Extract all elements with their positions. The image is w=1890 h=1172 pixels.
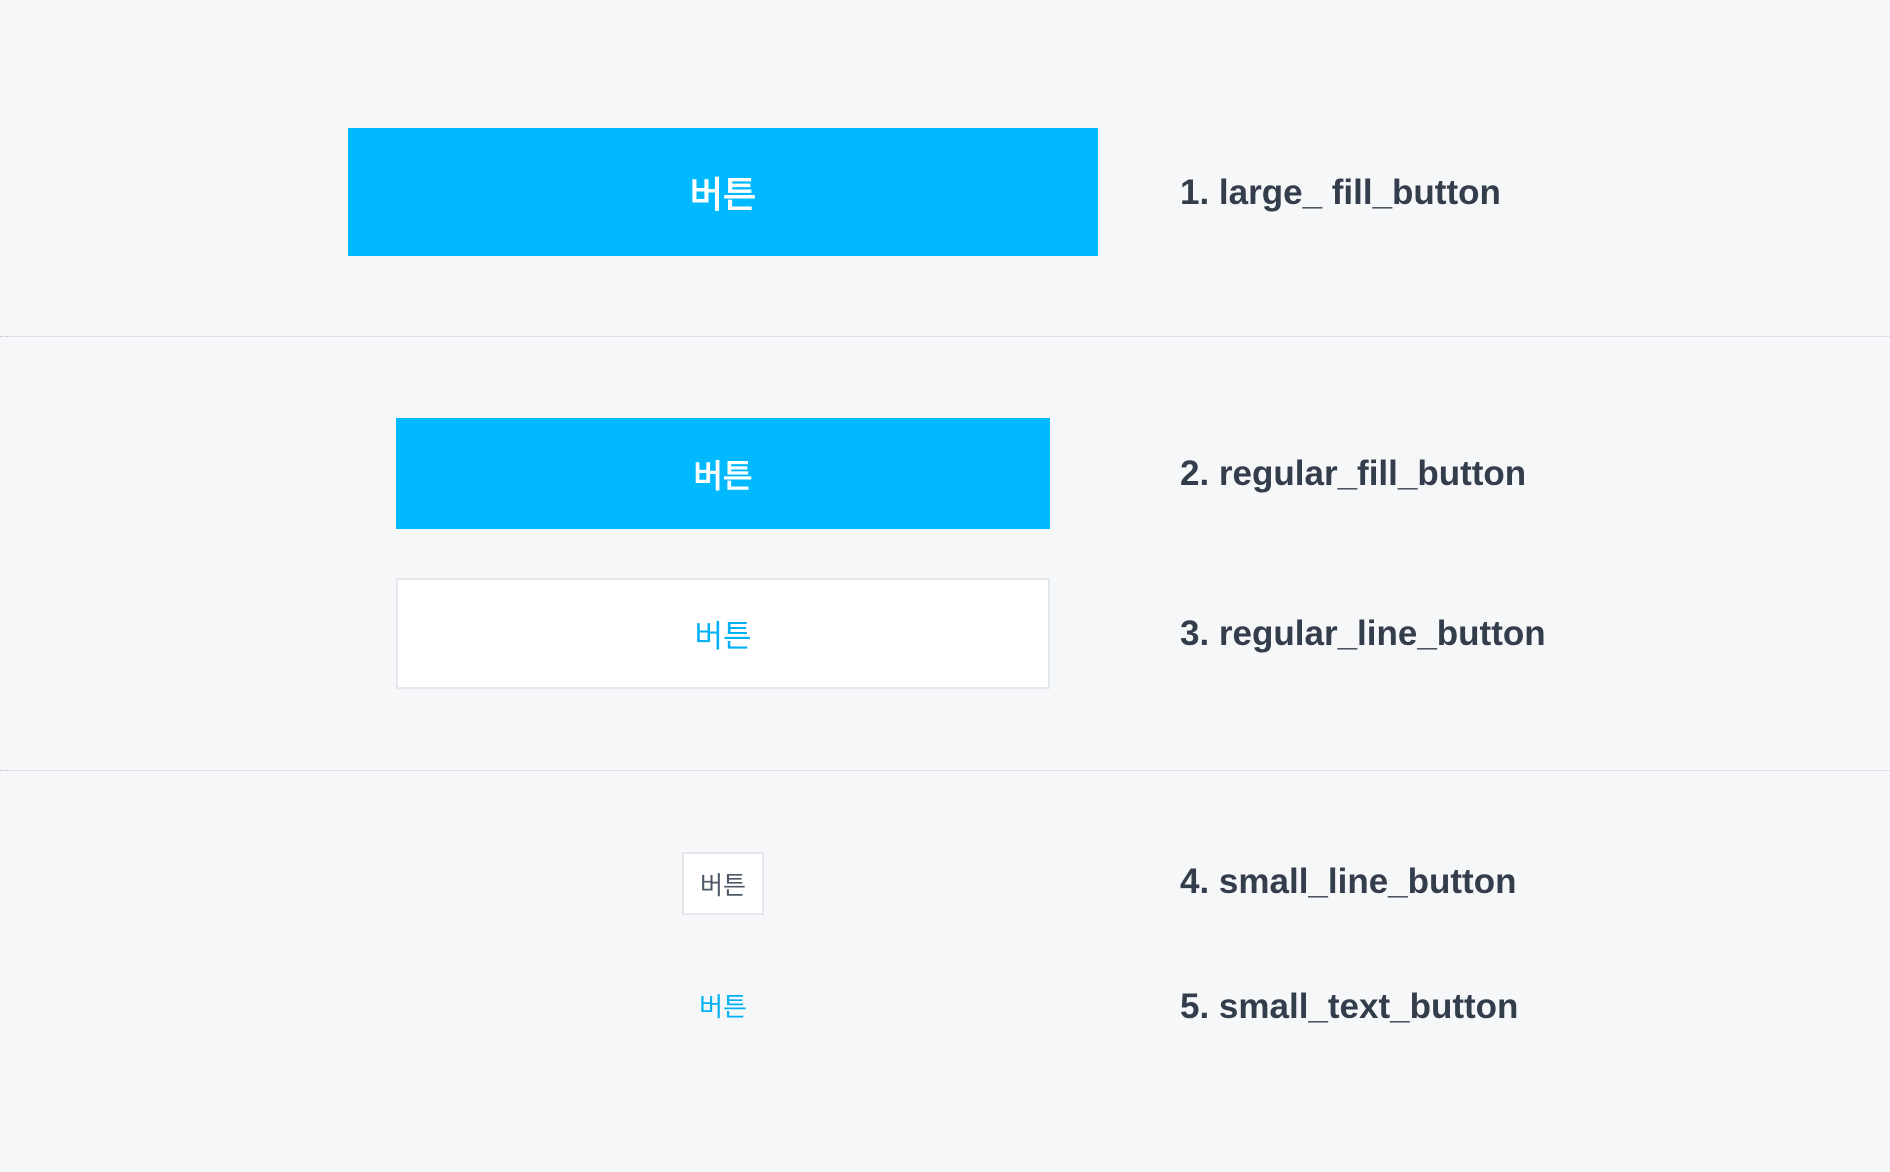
regular-fill-button-caption: 2. regular_fill_button — [1180, 454, 1527, 493]
large-fill-button[interactable]: 버튼 — [348, 128, 1098, 256]
small-text-button-caption: 5. small_text_button — [1180, 987, 1519, 1026]
small-text-button[interactable]: 버튼 — [682, 975, 764, 1035]
small-line-button-caption: 4. small_line_button — [1180, 862, 1517, 901]
regular-line-button[interactable]: 버튼 — [396, 578, 1050, 689]
small-line-button[interactable]: 버튼 — [682, 852, 764, 915]
section-divider-bottom — [0, 770, 1890, 771]
regular-fill-button[interactable]: 버튼 — [396, 418, 1050, 529]
section-divider-top — [0, 336, 1890, 337]
large-fill-button-caption: 1. large_ fill_button — [1180, 173, 1501, 212]
regular-line-button-caption: 3. regular_line_button — [1180, 614, 1546, 653]
